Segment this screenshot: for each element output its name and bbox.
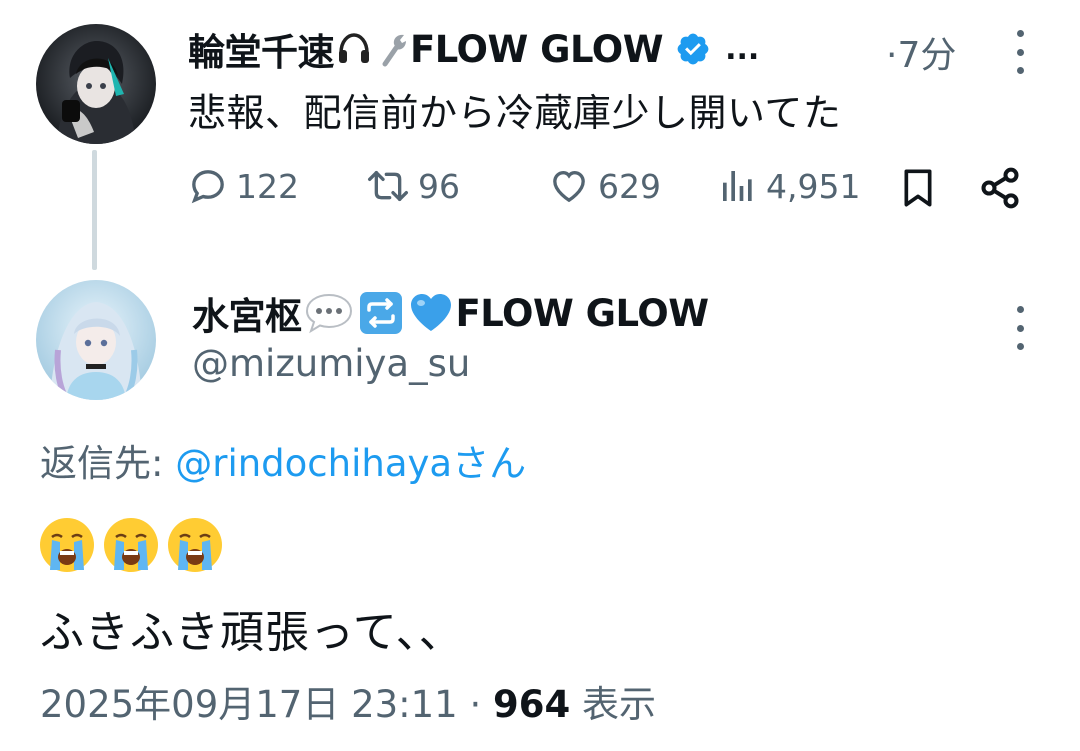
avatar-rindo-image [36,24,156,144]
share-icon [981,167,1019,209]
more-dot [1016,324,1024,332]
crying-emoji-row [36,514,226,576]
reply-button[interactable]: 122 [188,166,299,206]
reply-author-suffix[interactable]: FLOW GLOW [456,292,710,335]
repost-count: 96 [418,166,460,206]
reply-author-handle[interactable]: @mizumiya_su [192,342,470,385]
parent-author-suffix[interactable]: FLOW GLOW [410,28,664,71]
meta-separator: · [469,683,482,726]
bookmark-button[interactable] [898,166,938,210]
verified-badge-icon [675,31,711,67]
reply-to-label: 返信先: [40,442,164,485]
reply-author-row[interactable]: 水宮枢 FLOW GLOW [192,286,710,340]
parent-more-button[interactable] [1008,30,1032,74]
views-count: 4,951 [766,166,861,206]
reply-tweet-text: ふきふき頑張って、、 [40,607,464,658]
reply-date[interactable]: 2025年09月17日 23:11 [40,683,458,726]
name-overflow-ellipsis: ... [725,31,760,67]
reply-more-button[interactable] [1008,306,1032,350]
bookmark-icon [904,169,932,207]
parent-tweet-text: 悲報、配信前から冷蔵庫少し開いてた [188,91,842,135]
reply-count: 122 [236,166,299,206]
like-button[interactable]: 629 [548,166,661,206]
repost-button[interactable]: 96 [366,166,460,206]
crying-face-icon [104,518,158,572]
more-dot [1016,48,1024,56]
more-dot [1016,306,1024,313]
views-button[interactable]: 4,951 [718,166,860,206]
speech-bubble-icon [304,291,354,335]
crying-face-icon [168,518,222,572]
avatar-rindo[interactable] [36,24,156,144]
more-dot [1016,343,1024,350]
crying-face-icon [40,518,94,572]
like-count: 629 [598,166,661,206]
share-button[interactable] [978,166,1022,210]
parent-author-name[interactable]: 輪堂千速 [188,22,335,76]
thread-connector-line [92,150,97,270]
reply-views-count: 964 [493,683,571,726]
reply-author-name[interactable]: 水宮枢 [192,286,302,340]
reply-icon [191,170,224,204]
wrench-icon [376,31,408,67]
more-dot [1016,67,1024,74]
avatar-mizumiya-image [36,280,156,400]
parent-timestamp[interactable]: ·7分 [886,26,956,78]
more-dot [1016,30,1024,37]
avatar-mizumiya[interactable] [36,280,156,400]
reply-to-line: 返信先: @rindochihayaさん [40,433,526,487]
repeat-icon [358,290,404,336]
parent-author-row[interactable]: 輪堂千速 FLOW GLOW ... [188,22,760,76]
reply-to-mention[interactable]: @rindochihaya [175,442,452,485]
reply-metadata: 2025年09月17日 23:11 · 964 表示 [40,674,656,728]
headphones-icon [336,31,372,67]
reply-views-label: 表示 [582,683,657,726]
blue-heart-icon [408,292,454,334]
repost-icon [367,171,408,201]
views-chart-icon [723,171,752,201]
heart-icon [553,170,585,203]
reply-to-suffix[interactable]: さん [452,442,526,485]
